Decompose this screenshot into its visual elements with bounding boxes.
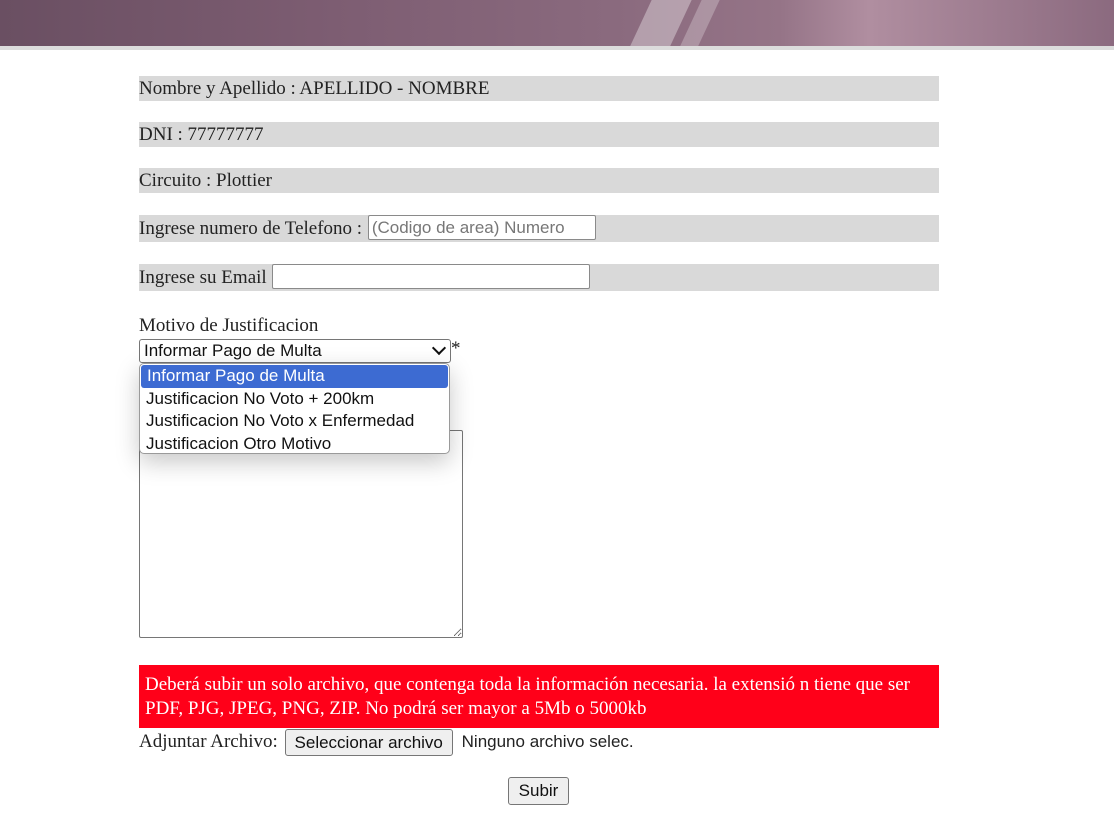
select-file-button[interactable]: Seleccionar archivo (284, 729, 453, 756)
file-warning-text: Deberá subir un solo archivo, que conten… (145, 674, 910, 719)
header-banner-image (0, 0, 1114, 46)
circuit-row: Circuito : Plottier (139, 168, 939, 193)
reason-option-enfermedad[interactable]: Justificacion No Voto x Enfermedad (140, 410, 449, 433)
reason-option-otro-motivo[interactable]: Justificacion Otro Motivo (140, 433, 449, 454)
email-input[interactable] (272, 264, 591, 289)
reason-option-200km[interactable]: Justificacion No Voto + 200km (140, 388, 449, 411)
dni-row: DNI : 77777777 (139, 122, 939, 147)
email-label: Ingrese su Email (139, 267, 267, 288)
phone-input[interactable] (367, 215, 596, 240)
attach-label: Adjuntar Archivo: (139, 731, 278, 752)
circuit-text: Circuito : Plottier (139, 170, 272, 191)
reason-select[interactable]: Informar Pago de Multa (139, 339, 451, 363)
reason-dropdown-list[interactable]: Informar Pago de Multa Justificacion No … (139, 363, 450, 454)
reason-label: Motivo de Justificacion (139, 315, 319, 336)
dni-text: DNI : 77777777 (139, 124, 264, 145)
name-text: Nombre y Apellido : APELLIDO - NOMBRE (139, 78, 490, 99)
description-textarea[interactable] (139, 430, 463, 638)
chevron-down-icon (431, 340, 447, 356)
file-status-text: Ninguno archivo selec. (461, 732, 634, 751)
file-warning-banner: Deberá subir un solo archivo, que conten… (139, 665, 939, 728)
reason-option-pago-multa[interactable]: Informar Pago de Multa (141, 365, 448, 388)
submit-button[interactable]: Subir (508, 777, 569, 805)
email-row: Ingrese su Email (139, 264, 939, 291)
required-mark: * (451, 338, 461, 359)
banner-divider (0, 46, 1114, 50)
reason-selected-value: Informar Pago de Multa (144, 341, 322, 360)
attach-row: Adjuntar Archivo: Seleccionar archivo Ni… (139, 728, 634, 756)
phone-row: Ingrese numero de Telefono : (139, 215, 939, 242)
name-row: Nombre y Apellido : APELLIDO - NOMBRE (139, 76, 939, 101)
phone-label: Ingrese numero de Telefono : (139, 218, 363, 239)
